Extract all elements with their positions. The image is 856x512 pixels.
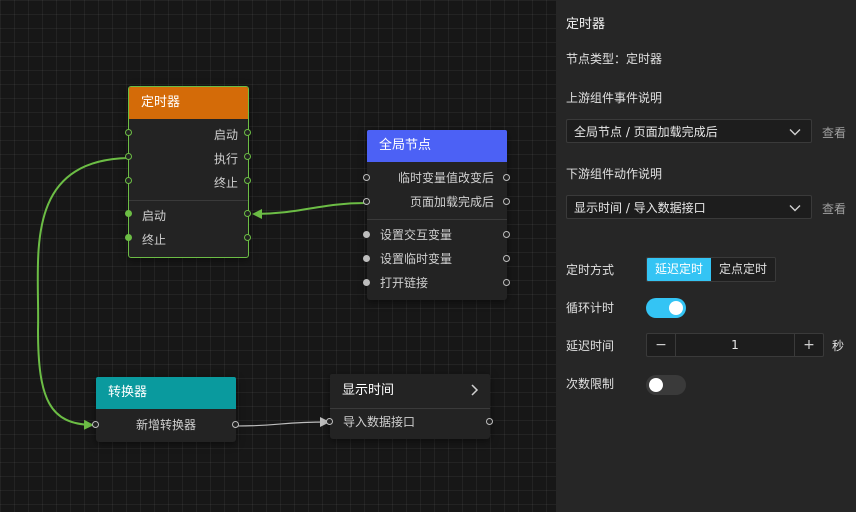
global-port-right-1[interactable] [503, 174, 510, 181]
count-limit-label: 次数限制 [566, 377, 615, 391]
converter-port-left[interactable] [92, 421, 99, 428]
display-time-node[interactable]: 显示时间 导入数据接口 [330, 374, 490, 439]
converter-port-right[interactable] [232, 421, 239, 428]
timer-port-left-3[interactable] [125, 177, 132, 184]
mode-option-delay[interactable]: 延迟定时 [647, 258, 712, 281]
chevron-right-icon[interactable] [468, 383, 482, 397]
wire-converter-to-display[interactable] [235, 417, 330, 428]
display-time-row-import: 导入数据接口 [343, 415, 416, 429]
global-port-right-3[interactable] [503, 231, 510, 238]
upstream-select[interactable]: 全局节点 / 页面加载完成后 [566, 119, 812, 143]
decrement-button[interactable]: − [647, 334, 676, 356]
global-port-left-4[interactable] [363, 255, 370, 262]
timer-input-stop: 终止 [142, 233, 167, 247]
timer-mode-label: 定时方式 [566, 263, 615, 277]
timer-node-header[interactable]: 定时器 [129, 87, 248, 119]
timer-port-left-2[interactable] [125, 153, 132, 160]
global-node[interactable]: 全局节点 临时变量值改变后 页面加载完成后 设置交互变量 设置临时变量 打开链接 [367, 130, 507, 300]
downstream-select-value: 显示时间 / 导入数据接口 [574, 201, 706, 215]
property-panel: 定时器 节点类型：定时器 上游组件事件说明 全局节点 / 页面加载完成后 查看 … [556, 0, 856, 512]
timer-port-right-2[interactable] [244, 153, 251, 160]
global-input-set-temp-var: 设置临时变量 [380, 252, 453, 266]
display-time-port-right[interactable] [486, 418, 493, 425]
converter-node-header[interactable]: 转换器 [96, 377, 236, 409]
timer-port-left-5[interactable] [125, 234, 132, 241]
timer-mode-segmented: 延迟定时 定点定时 [646, 257, 777, 282]
global-input-open-link: 打开链接 [380, 276, 429, 290]
display-time-divider [330, 408, 490, 409]
global-output-page-loaded: 页面加载完成后 [409, 195, 494, 209]
flow-canvas[interactable]: 定时器 启动 执行 终止 启动 终止 全局节点 临时变量值改变后 页面加载完成后… [0, 0, 556, 512]
global-port-right-2[interactable] [503, 198, 510, 205]
upstream-view-link[interactable]: 查看 [822, 124, 846, 141]
loop-timing-label: 循环计时 [566, 301, 615, 315]
global-node-title: 全局节点 [379, 138, 432, 153]
limit-toggle-knob [649, 378, 663, 392]
timer-output-execute: 执行 [213, 152, 238, 166]
timer-output-start: 启动 [213, 128, 238, 142]
timer-divider [129, 200, 248, 201]
node-type-text: 节点类型：定时器 [566, 52, 663, 66]
timer-port-right-5[interactable] [244, 234, 251, 241]
timer-node-title: 定时器 [141, 95, 181, 110]
global-divider [367, 219, 507, 220]
timer-port-right-3[interactable] [244, 177, 251, 184]
global-port-left-3[interactable] [363, 231, 370, 238]
timer-port-left-4[interactable] [125, 210, 132, 217]
downstream-view-link[interactable]: 查看 [822, 200, 846, 217]
global-node-header[interactable]: 全局节点 [367, 130, 507, 162]
timer-output-stop: 终止 [213, 176, 238, 190]
global-port-left-1[interactable] [363, 174, 370, 181]
panel-title: 定时器 [566, 17, 606, 32]
downstream-select[interactable]: 显示时间 / 导入数据接口 [566, 195, 812, 219]
count-limit-toggle[interactable] [646, 375, 686, 395]
global-port-left-2[interactable] [363, 198, 370, 205]
delay-time-stepper[interactable]: − 1 + [646, 333, 824, 357]
timer-port-right-1[interactable] [244, 129, 251, 136]
increment-button[interactable]: + [794, 334, 823, 356]
global-output-temp-var-changed: 临时变量值改变后 [397, 171, 494, 185]
delay-unit: 秒 [832, 339, 845, 353]
loop-toggle-knob [669, 301, 683, 315]
wire-global-to-timer[interactable] [252, 202, 367, 219]
display-time-port-left[interactable] [326, 418, 333, 425]
chevron-down-icon [789, 205, 801, 212]
timer-port-left-1[interactable] [125, 129, 132, 136]
upstream-label: 上游组件事件说明 [566, 91, 663, 105]
upstream-select-value: 全局节点 / 页面加载完成后 [574, 125, 718, 139]
converter-node-title: 转换器 [108, 385, 148, 400]
timer-port-right-4[interactable] [244, 210, 251, 217]
mode-option-fixed[interactable]: 定点定时 [711, 258, 776, 281]
display-time-node-title: 显示时间 [342, 383, 395, 398]
downstream-label: 下游组件动作说明 [566, 167, 663, 181]
global-input-set-interactive-var: 设置交互变量 [380, 228, 453, 242]
loop-timing-toggle[interactable] [646, 298, 686, 318]
timer-node[interactable]: 定时器 启动 执行 终止 启动 终止 [128, 86, 249, 258]
converter-node[interactable]: 转换器 新增转换器 [96, 377, 236, 442]
converter-row-add: 新增转换器 [136, 418, 197, 432]
chevron-down-icon [789, 129, 801, 136]
timer-input-start: 启动 [142, 209, 167, 223]
delay-time-value[interactable]: 1 [675, 334, 795, 356]
global-port-left-5[interactable] [363, 279, 370, 286]
global-port-right-5[interactable] [503, 279, 510, 286]
global-port-right-4[interactable] [503, 255, 510, 262]
delay-time-label: 延迟时间 [566, 339, 615, 353]
display-time-node-header[interactable]: 显示时间 [330, 374, 490, 408]
